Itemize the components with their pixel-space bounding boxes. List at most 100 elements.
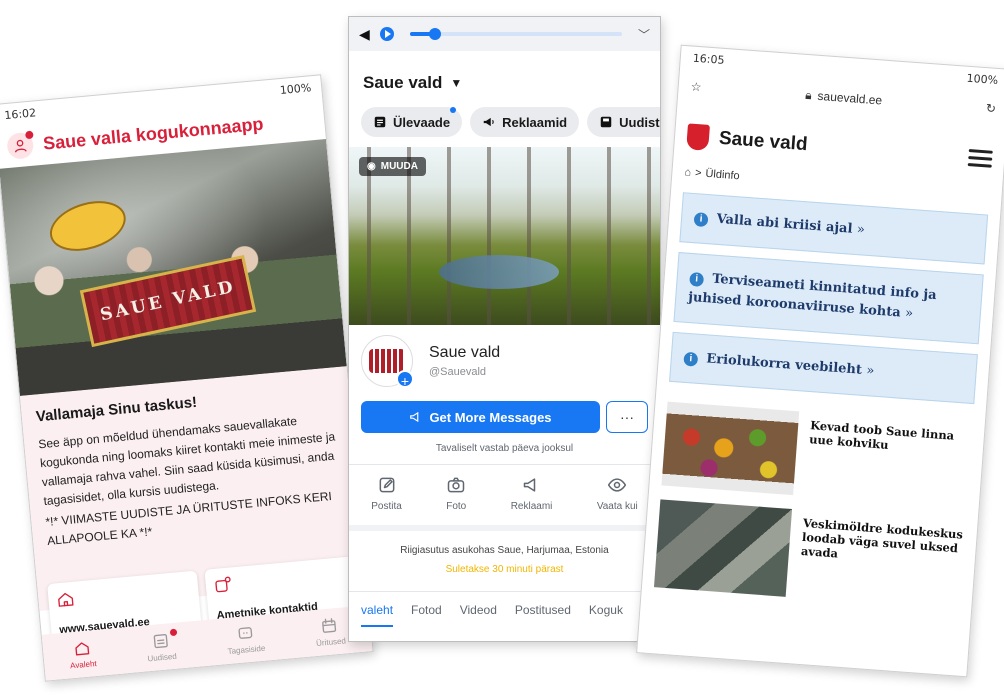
news-title: Veskimöldre kodukeskus loodab väga suvel… bbox=[800, 515, 964, 561]
nav-home-label: Avaleht bbox=[69, 659, 98, 671]
eye-icon bbox=[608, 478, 627, 492]
content-tabs: valeht Fotod Videod Postitused Koguk bbox=[349, 591, 660, 627]
tab-ads[interactable]: Reklaamid bbox=[470, 107, 580, 137]
caret-down-icon: ▼ bbox=[450, 76, 463, 90]
megaphone-icon bbox=[523, 478, 535, 492]
info-box-arrow: » bbox=[865, 363, 875, 379]
add-photo-icon[interactable]: + bbox=[396, 370, 414, 389]
get-messages-label: Get More Messages bbox=[429, 409, 552, 425]
news-thumbnail bbox=[661, 401, 800, 496]
news-item[interactable]: Veskimöldre kodukeskus loodab väga suvel… bbox=[653, 499, 966, 609]
info-box-text: Valla abi kriisi ajal bbox=[716, 211, 853, 237]
home-icon[interactable]: ⌂ bbox=[684, 166, 692, 178]
nav-events-label: Üritused bbox=[315, 636, 347, 649]
page-name: Saue vald bbox=[363, 73, 443, 92]
news-title: Kevad toob Saue linna uue kohviku bbox=[808, 418, 955, 452]
tab-overview[interactable]: Ülevaade bbox=[361, 107, 463, 137]
tab-photos[interactable]: Fotod bbox=[411, 603, 442, 617]
overview-icon bbox=[374, 116, 386, 128]
status-battery: 100% bbox=[966, 71, 999, 87]
action-view-as-label: Vaata kui bbox=[596, 501, 638, 512]
tab-community[interactable]: Koguk bbox=[589, 603, 623, 617]
breadcrumb-separator: > bbox=[694, 167, 702, 180]
coat-of-arms-logo[interactable] bbox=[686, 123, 710, 151]
info-box-text: Terviseameti kinnitatud info ja juhised … bbox=[687, 271, 938, 321]
media-seek-bar[interactable] bbox=[409, 28, 622, 40]
back-icon[interactable]: ◀ bbox=[359, 26, 370, 43]
quick-actions: Postita Foto Reklaami Vaata kui bbox=[349, 465, 660, 531]
play-icon[interactable] bbox=[379, 27, 394, 41]
community-app-screenshot: 16:02 100% Saue valla kogukonnaapp SAUE … bbox=[0, 74, 374, 682]
profile-name: Saue vald bbox=[429, 344, 501, 361]
action-photo-label: Foto bbox=[446, 501, 467, 512]
tab-posts[interactable]: Postitused bbox=[515, 603, 571, 617]
calendar-icon bbox=[322, 618, 337, 633]
action-post[interactable]: Postita bbox=[371, 475, 402, 525]
status-time: 16:02 bbox=[3, 105, 37, 122]
breadcrumb-current[interactable]: Üldinfo bbox=[705, 168, 740, 182]
megaphone-icon bbox=[483, 117, 494, 127]
camera-icon: ◉ bbox=[367, 161, 376, 172]
nav-events[interactable]: Üritused bbox=[314, 615, 346, 648]
website-screenshot: 16:05 100% ☆ 🔒︎ sauevald.ee ↻ Saue vald … bbox=[636, 44, 1004, 678]
info-icon: i bbox=[683, 351, 699, 367]
star-icon[interactable]: ☆ bbox=[690, 80, 702, 95]
inbox-icon bbox=[600, 116, 612, 128]
tab-inbox[interactable]: Uudistevo bbox=[587, 107, 660, 137]
feedback-icon bbox=[238, 627, 252, 639]
facebook-page-screenshot: ◀ ﹀ Saue vald ▼ Ülevaade Reklaamid Uudis… bbox=[348, 16, 661, 642]
page-info: Riigiasutus asukohas Saue, Harjumaa, Est… bbox=[349, 531, 660, 585]
notification-dot bbox=[24, 130, 34, 140]
nav-feedback[interactable]: Tagasiside bbox=[225, 623, 266, 657]
person-icon bbox=[14, 139, 27, 153]
action-promote[interactable]: Reklaami bbox=[510, 475, 553, 525]
address-field[interactable]: 🔒︎ sauevald.ee bbox=[805, 87, 883, 108]
status-time: 16:05 bbox=[692, 51, 725, 67]
cover-photo: ◉ MUUDA bbox=[349, 147, 660, 325]
info-icon: i bbox=[689, 271, 705, 287]
contact-icon bbox=[215, 576, 231, 593]
info-box-emergency-site[interactable]: i Eriolukorra veebileht » bbox=[669, 331, 978, 405]
reload-icon[interactable]: ↻ bbox=[985, 101, 996, 116]
more-options-button[interactable]: ··· bbox=[606, 401, 648, 433]
response-note: Tavaliselt vastab päeva jooksul bbox=[349, 443, 660, 465]
action-row: Get More Messages ··· bbox=[349, 401, 660, 433]
info-box-text: Eriolukorra veebileht bbox=[705, 351, 863, 378]
nav-news[interactable]: Uudised bbox=[145, 628, 178, 664]
get-messages-button[interactable]: Get More Messages bbox=[361, 401, 600, 433]
edit-cover-button[interactable]: ◉ MUUDA bbox=[359, 157, 426, 176]
tab-home[interactable]: valeht bbox=[361, 603, 394, 627]
news-badge bbox=[169, 628, 177, 637]
seek-handle[interactable] bbox=[429, 28, 442, 40]
profile-header: + Saue vald @Sauevald bbox=[349, 335, 660, 389]
page-avatar[interactable]: + bbox=[361, 335, 414, 389]
info-box-health-board[interactable]: i Terviseameti kinnitatud info ja juhise… bbox=[673, 252, 984, 345]
info-box-crisis-help[interactable]: i Valla abi kriisi ajal » bbox=[679, 192, 989, 265]
about-line: Riigiasutus asukohas Saue, Harjumaa, Est… bbox=[400, 545, 609, 556]
info-box-arrow: » bbox=[856, 222, 866, 238]
action-promote-label: Reklaami bbox=[510, 501, 553, 512]
nav-home[interactable]: Avaleht bbox=[68, 638, 97, 670]
page-tabs: Ülevaade Reklaamid Uudistevo bbox=[349, 107, 660, 137]
user-icon[interactable] bbox=[6, 130, 35, 160]
nav-feedback-label: Tagasiside bbox=[227, 643, 266, 657]
action-photo[interactable]: Foto bbox=[446, 475, 466, 525]
news-item[interactable]: Kevad toob Saue linna uue kohviku bbox=[661, 401, 972, 508]
menu-icon[interactable] bbox=[967, 148, 993, 168]
media-top-bar: ◀ ﹀ bbox=[349, 17, 660, 51]
action-post-label: Postita bbox=[371, 501, 402, 512]
nav-news-label: Uudised bbox=[147, 651, 178, 664]
tab-videos[interactable]: Videod bbox=[460, 603, 497, 617]
edit-icon bbox=[379, 477, 394, 493]
tab-overview-dot bbox=[450, 107, 457, 113]
profile-text: Saue vald @Sauevald bbox=[429, 344, 500, 378]
info-box-arrow: » bbox=[904, 305, 914, 322]
tab-ads-label: Reklaamid bbox=[502, 114, 568, 130]
action-view-as[interactable]: Vaata kui bbox=[597, 475, 638, 525]
site-name: Saue vald bbox=[718, 127, 809, 156]
edit-cover-label: MUUDA bbox=[380, 161, 418, 172]
page-switcher[interactable]: Saue vald ▼ bbox=[349, 65, 660, 101]
url-text: sauevald.ee bbox=[817, 88, 883, 108]
closing-note: Suletakse 30 minuti pärast bbox=[445, 564, 564, 575]
chevron-down-icon[interactable]: ﹀ bbox=[638, 26, 650, 43]
